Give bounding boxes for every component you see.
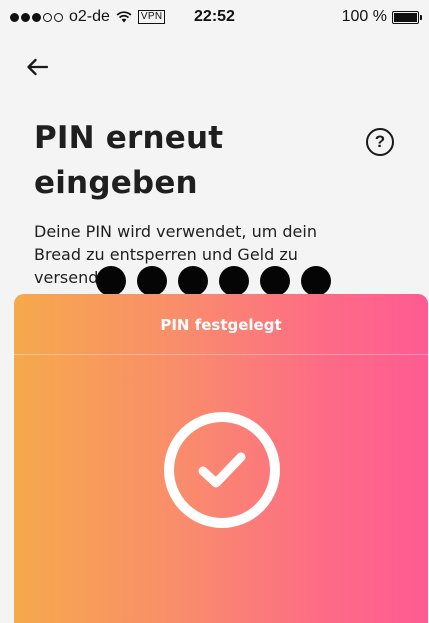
pin-dot bbox=[137, 266, 167, 296]
card-divider bbox=[14, 354, 428, 355]
success-card: PIN festgelegt bbox=[14, 294, 428, 623]
success-card-title: PIN festgelegt bbox=[160, 316, 282, 334]
pin-dot bbox=[301, 266, 331, 296]
pin-confirm-screen: o2-de VPN 22:52 100 % PIN erneut eingebe… bbox=[0, 0, 429, 623]
pin-dot bbox=[96, 266, 126, 296]
battery-icon bbox=[392, 10, 422, 24]
title-line-2: eingeben bbox=[34, 165, 198, 201]
pin-dots bbox=[96, 266, 331, 296]
pin-dot bbox=[219, 266, 249, 296]
checkmark-circle-icon bbox=[164, 412, 280, 528]
page-title: PIN erneut eingeben bbox=[34, 116, 334, 206]
description-line-2: Bread zu entsperren und Geld zu bbox=[34, 245, 298, 264]
status-bar: o2-de VPN 22:52 100 % bbox=[0, 0, 429, 36]
title-line-1: PIN erneut bbox=[34, 120, 224, 156]
status-right: 100 % bbox=[341, 8, 422, 26]
description-line-1: Deine PIN wird verwendet, um dein bbox=[34, 222, 317, 241]
help-button[interactable]: ? bbox=[366, 128, 394, 156]
battery-percent: 100 % bbox=[341, 8, 387, 25]
question-mark-icon: ? bbox=[374, 132, 386, 151]
pin-dot bbox=[178, 266, 208, 296]
pin-dot bbox=[260, 266, 290, 296]
back-button[interactable] bbox=[22, 54, 52, 80]
arrow-left-icon bbox=[27, 58, 48, 76]
